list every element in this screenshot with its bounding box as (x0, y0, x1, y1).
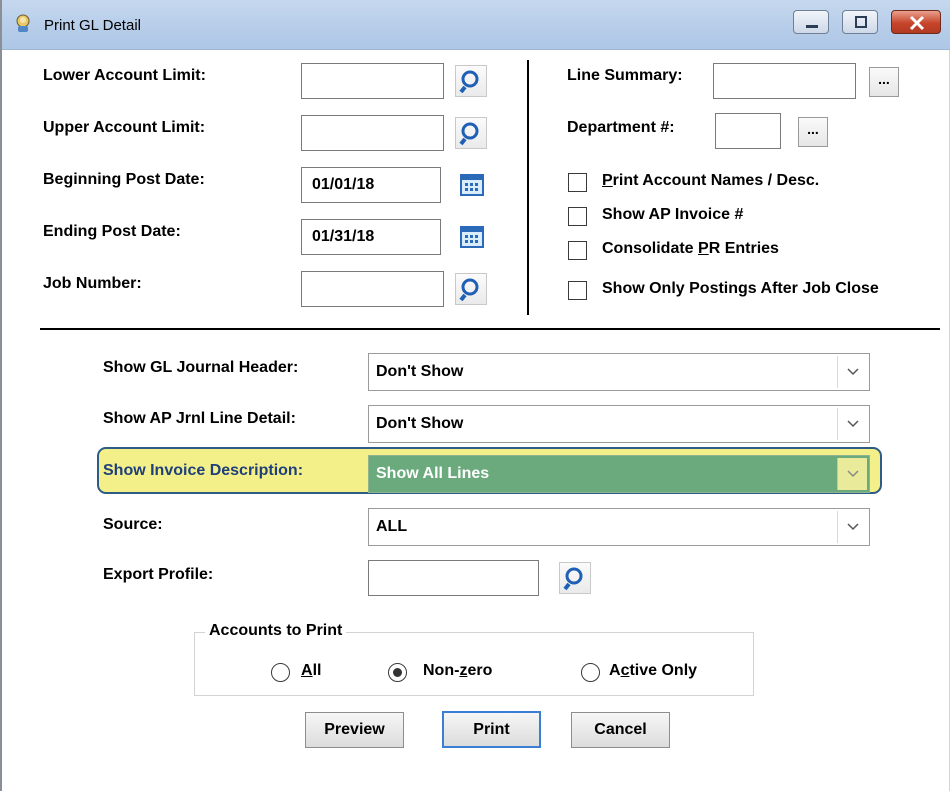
upper-account-limit-label: Upper Account Limit: (43, 119, 206, 136)
active-only-radio[interactable] (581, 663, 600, 682)
show-ap-invoice-label: Show AP Invoice # (602, 206, 744, 223)
vertical-divider (527, 60, 529, 315)
department-label: Department #: (567, 119, 675, 136)
ap-jrnl-line-detail-select[interactable]: Don't Show (368, 405, 870, 443)
department-input[interactable] (715, 113, 781, 149)
radio-selected-dot (393, 668, 402, 677)
close-icon (909, 15, 925, 31)
job-number-label: Job Number: (43, 275, 142, 292)
print-gl-detail-window: Print GL Detail Lower Account Limit: Upp… (0, 0, 950, 791)
calendar-icon (460, 174, 484, 196)
upper-account-lookup-button[interactable] (455, 117, 487, 149)
line-summary-input[interactable] (713, 63, 856, 99)
chevron-down-icon (847, 420, 859, 428)
magnifier-icon (459, 278, 479, 302)
source-dropdown[interactable] (837, 511, 867, 543)
show-only-after-job-close-checkbox[interactable] (568, 281, 587, 300)
print-account-names-label: Print Account Names / Desc. (602, 172, 820, 189)
department-browse-button[interactable]: ... (798, 117, 828, 147)
beginning-post-date-label: Beginning Post Date: (43, 171, 205, 188)
source-value: ALL (376, 518, 408, 535)
job-number-lookup-button[interactable] (455, 273, 487, 305)
line-summary-browse-button[interactable]: ... (869, 67, 899, 97)
accounts-to-print-title: Accounts to Print (205, 622, 347, 640)
close-button[interactable] (891, 10, 941, 34)
maximize-button[interactable] (842, 10, 878, 34)
app-icon (16, 14, 30, 32)
window-title: Print GL Detail (44, 17, 141, 34)
magnifier-icon (459, 122, 479, 146)
export-profile-label: Export Profile: (103, 566, 214, 583)
source-label: Source: (103, 516, 163, 533)
non-zero-radio-label: Non-zero (423, 662, 493, 679)
all-radio[interactable] (271, 663, 290, 682)
title-bar[interactable]: Print GL Detail (2, 0, 950, 50)
gl-journal-header-dropdown[interactable] (837, 356, 867, 388)
upper-account-limit-input[interactable] (301, 115, 444, 151)
ending-post-date-label: Ending Post Date: (43, 223, 181, 240)
export-profile-lookup-button[interactable] (559, 562, 591, 594)
ap-jrnl-line-detail-value: Don't Show (376, 415, 464, 432)
chevron-down-icon (847, 523, 859, 531)
invoice-description-select[interactable]: Show All Lines (368, 455, 870, 493)
all-radio-label: All (301, 662, 322, 679)
invoice-description-dropdown[interactable] (837, 458, 867, 490)
beginning-date-calendar-button[interactable] (457, 169, 487, 199)
gl-journal-header-select[interactable]: Don't Show (368, 353, 870, 391)
cancel-button[interactable]: Cancel (571, 712, 670, 748)
gl-journal-header-value: Don't Show (376, 363, 464, 380)
active-only-radio-label: Active Only (609, 662, 698, 679)
non-zero-radio[interactable] (388, 663, 407, 682)
invoice-description-label: Show Invoice Description: (103, 462, 304, 479)
invoice-description-value: Show All Lines (376, 465, 490, 482)
print-button[interactable]: Print (442, 711, 541, 748)
gl-journal-header-label: Show GL Journal Header: (103, 359, 299, 376)
ap-jrnl-line-detail-dropdown[interactable] (837, 408, 867, 440)
job-number-input[interactable] (301, 271, 444, 307)
ap-jrnl-line-detail-label: Show AP Jrnl Line Detail: (103, 410, 296, 427)
preview-button[interactable]: Preview (305, 712, 404, 748)
magnifier-icon (459, 70, 479, 94)
calendar-icon (460, 226, 484, 248)
minimize-button[interactable] (793, 10, 829, 34)
lower-account-limit-input[interactable] (301, 63, 444, 99)
maximize-icon (855, 16, 867, 28)
consolidate-pr-entries-checkbox[interactable] (568, 241, 587, 260)
show-only-after-job-close-label: Show Only Postings After Job Close (602, 280, 879, 297)
show-ap-invoice-checkbox[interactable] (568, 207, 587, 226)
source-select[interactable]: ALL (368, 508, 870, 546)
beginning-post-date-input[interactable]: 01/01/18 (301, 167, 441, 203)
lower-account-lookup-button[interactable] (455, 65, 487, 97)
consolidate-pr-entries-label: Consolidate PR Entries (602, 240, 779, 257)
print-account-names-checkbox[interactable] (568, 173, 587, 192)
ending-post-date-input[interactable]: 01/31/18 (301, 219, 441, 255)
chevron-down-icon (847, 368, 859, 376)
export-profile-input[interactable] (368, 560, 539, 596)
ending-date-calendar-button[interactable] (457, 221, 487, 251)
minimize-icon (806, 25, 818, 28)
line-summary-label: Line Summary: (567, 67, 683, 84)
chevron-down-icon (847, 470, 859, 478)
magnifier-icon (563, 567, 583, 591)
lower-account-limit-label: Lower Account Limit: (43, 67, 206, 84)
horizontal-divider (40, 328, 940, 330)
